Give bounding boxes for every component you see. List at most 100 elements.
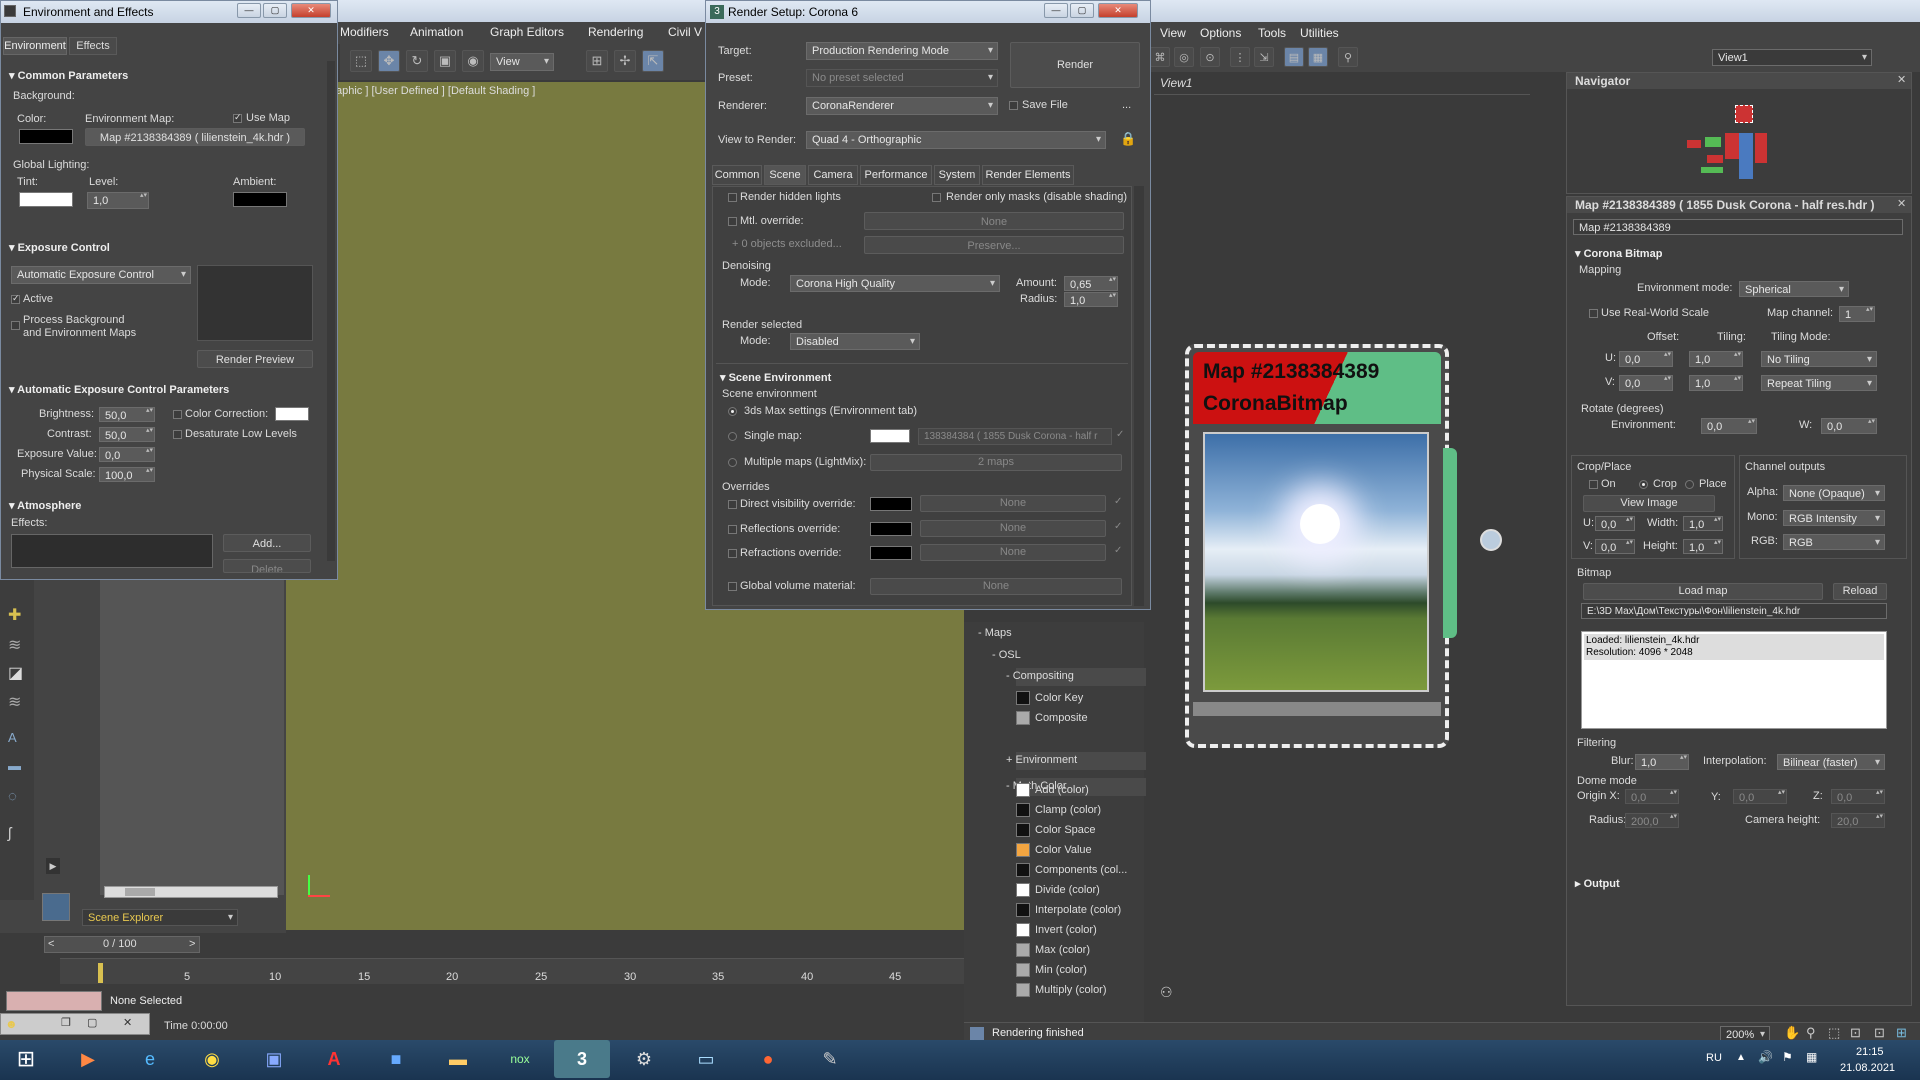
map-list-item[interactable]: Multiply (color): [1014, 982, 1134, 998]
binoculars-icon[interactable]: ⚇: [1160, 984, 1173, 1001]
origin-y-spinner[interactable]: 0,0: [1733, 789, 1787, 804]
v-offset-spinner[interactable]: 0,0: [1619, 375, 1673, 391]
bg-color-swatch[interactable]: [19, 129, 73, 144]
stack-icon[interactable]: ≋: [8, 692, 21, 712]
zoom-selected-icon[interactable]: ⊡: [1874, 1025, 1885, 1041]
pivot-icon[interactable]: ⊞: [586, 50, 608, 72]
effects-list[interactable]: [11, 534, 213, 568]
dome-radius-spinner[interactable]: 200,0: [1625, 813, 1679, 828]
use-map-checkbox[interactable]: [233, 112, 242, 123]
render-tab-common[interactable]: Common: [712, 165, 762, 185]
mini-icon[interactable]: ☻: [5, 1017, 18, 1031]
level-spinner[interactable]: 1,0: [87, 192, 149, 209]
render-tab-camera[interactable]: Camera: [808, 165, 858, 185]
direct-vis-map-button[interactable]: None: [920, 495, 1106, 512]
env-mode-dropdown[interactable]: Spherical: [1739, 281, 1849, 297]
crop-height-spinner[interactable]: 1,0: [1683, 539, 1723, 554]
slate-tool-8-icon[interactable]: ⚲: [1338, 47, 1358, 67]
view-dropdown[interactable]: View1: [1712, 49, 1872, 66]
objects-excluded[interactable]: + 0 objects excluded...: [732, 238, 842, 250]
time-slider[interactable]: < 0 / 100 >: [44, 936, 200, 953]
taskbar-app-icon[interactable]: ⚙: [616, 1040, 672, 1078]
physical-scale-spinner[interactable]: 100,0: [99, 467, 155, 482]
slate-tool-7-icon[interactable]: ▦: [1308, 47, 1328, 67]
bitmap-node[interactable]: Map #2138384389 CoronaBitmap: [1185, 344, 1457, 748]
color-correction-checkbox[interactable]: [173, 410, 182, 419]
time-slider-prev[interactable]: <: [48, 938, 54, 950]
render-minimize-button[interactable]: —: [1044, 3, 1068, 18]
zoom-region-icon[interactable]: ⬚: [1828, 1025, 1840, 1041]
ambient-swatch[interactable]: [233, 192, 287, 207]
refractions-checkbox[interactable]: [728, 549, 737, 558]
taskbar-monitor-icon[interactable]: ▭: [678, 1040, 734, 1078]
osl-header[interactable]: - OSL: [992, 649, 1021, 661]
exposure-type-dropdown[interactable]: Automatic Exposure Control: [11, 266, 191, 284]
taskbar-explorer-icon[interactable]: ▬: [430, 1040, 486, 1078]
w-rotation-spinner[interactable]: 0,0: [1821, 418, 1877, 434]
global-volume-button[interactable]: None: [870, 578, 1122, 595]
auto-params-header[interactable]: ▾ Automatic Exposure Control Parameters: [9, 383, 229, 396]
zoom-icon[interactable]: ⚲: [1806, 1025, 1816, 1041]
v-tiling-mode-dropdown[interactable]: Repeat Tiling: [1761, 375, 1877, 391]
reload-button[interactable]: Reload: [1833, 583, 1887, 600]
compositing-header[interactable]: - Compositing: [1006, 670, 1074, 682]
reflections-map-button[interactable]: None: [920, 520, 1106, 537]
view-tab[interactable]: View1: [1154, 74, 1218, 92]
env-map-button[interactable]: Map #2138384389 ( lilienstein_4k.hdr ): [85, 128, 305, 146]
dynamics-icon[interactable]: ʃ: [8, 825, 11, 842]
env-rotation-spinner[interactable]: 0,0: [1701, 418, 1757, 434]
maps-header[interactable]: - Maps: [978, 627, 1012, 639]
crop-u-spinner[interactable]: 0,0: [1595, 516, 1635, 531]
slate-tool-5-icon[interactable]: ⇲: [1254, 47, 1274, 67]
time-marker[interactable]: [98, 963, 103, 983]
taskbar-3dsmax-icon[interactable]: 3: [554, 1040, 610, 1078]
flag-icon[interactable]: ⚑: [1782, 1050, 1793, 1064]
crop-v-spinner[interactable]: 0,0: [1595, 539, 1635, 554]
node-output-socket[interactable]: [1480, 529, 1502, 551]
single-map-swatch[interactable]: [870, 429, 910, 443]
map-list-item[interactable]: Add (color): [1014, 782, 1134, 798]
track-bar[interactable]: 5 10 15 20 25 30 35 40 45: [60, 958, 966, 984]
environment-header[interactable]: + Environment: [1006, 754, 1077, 766]
start-button[interactable]: ⊞: [2, 1040, 50, 1078]
snap-icon[interactable]: ✢: [614, 50, 636, 72]
render-tab-scene[interactable]: Scene: [764, 165, 806, 185]
slate-menu-utilities[interactable]: Utilities: [1300, 26, 1339, 40]
clock-time[interactable]: 21:15: [1856, 1046, 1884, 1058]
reference-coord-dropdown[interactable]: View: [490, 53, 554, 71]
color-correction-swatch[interactable]: [275, 407, 309, 421]
delete-effect-button[interactable]: Delete: [223, 559, 311, 573]
menu-civil[interactable]: Civil V: [668, 25, 702, 39]
fit-icon[interactable]: ⊞: [1896, 1025, 1907, 1041]
navigator-close-icon[interactable]: ✕: [1897, 73, 1906, 86]
orbit-icon[interactable]: ◌: [8, 788, 17, 805]
env-minimize-button[interactable]: —: [237, 3, 261, 18]
target-dropdown[interactable]: Production Rendering Mode: [806, 42, 998, 60]
rgb-dropdown[interactable]: RGB: [1783, 534, 1885, 550]
slate-tool-2-icon[interactable]: ◎: [1174, 47, 1194, 67]
network-icon[interactable]: ▦: [1806, 1050, 1817, 1064]
view-image-button[interactable]: View Image: [1583, 495, 1715, 512]
scene-env-header[interactable]: ▾ Scene Environment: [720, 371, 831, 384]
menu-modifiers[interactable]: Modifiers: [340, 25, 389, 39]
map-name-field[interactable]: Map #2138384389: [1573, 219, 1903, 235]
refractions-swatch[interactable]: [870, 546, 912, 560]
mini-restore-icon[interactable]: ❐: [61, 1016, 71, 1029]
crop-width-spinner[interactable]: 1,0: [1683, 516, 1723, 531]
map-list-item[interactable]: Components (col...: [1014, 862, 1134, 878]
process-bg-checkbox[interactable]: [11, 321, 20, 330]
map-list-item[interactable]: Composite: [1014, 710, 1134, 726]
select-manipulate-icon[interactable]: ⇱: [642, 50, 664, 72]
u-tiling-spinner[interactable]: 1,0: [1689, 351, 1743, 367]
radius-spinner[interactable]: 1,0: [1064, 292, 1118, 307]
refractions-map-button[interactable]: None: [920, 544, 1106, 561]
single-map-button[interactable]: 138384384 ( 1855 Dusk Corona - half r: [918, 428, 1112, 445]
taskbar-save-icon[interactable]: ▣: [246, 1040, 302, 1078]
add-effect-button[interactable]: Add...: [223, 534, 311, 552]
v-tiling-spinner[interactable]: 1,0: [1689, 375, 1743, 391]
origin-x-spinner[interactable]: 0,0: [1625, 789, 1679, 804]
taskbar-ie-icon[interactable]: e: [122, 1040, 178, 1078]
exposure-control-header[interactable]: ▾ Exposure Control: [9, 241, 110, 254]
slate-tool-4-icon[interactable]: ⋮: [1230, 47, 1250, 67]
slate-menu-tools[interactable]: Tools: [1258, 26, 1286, 40]
